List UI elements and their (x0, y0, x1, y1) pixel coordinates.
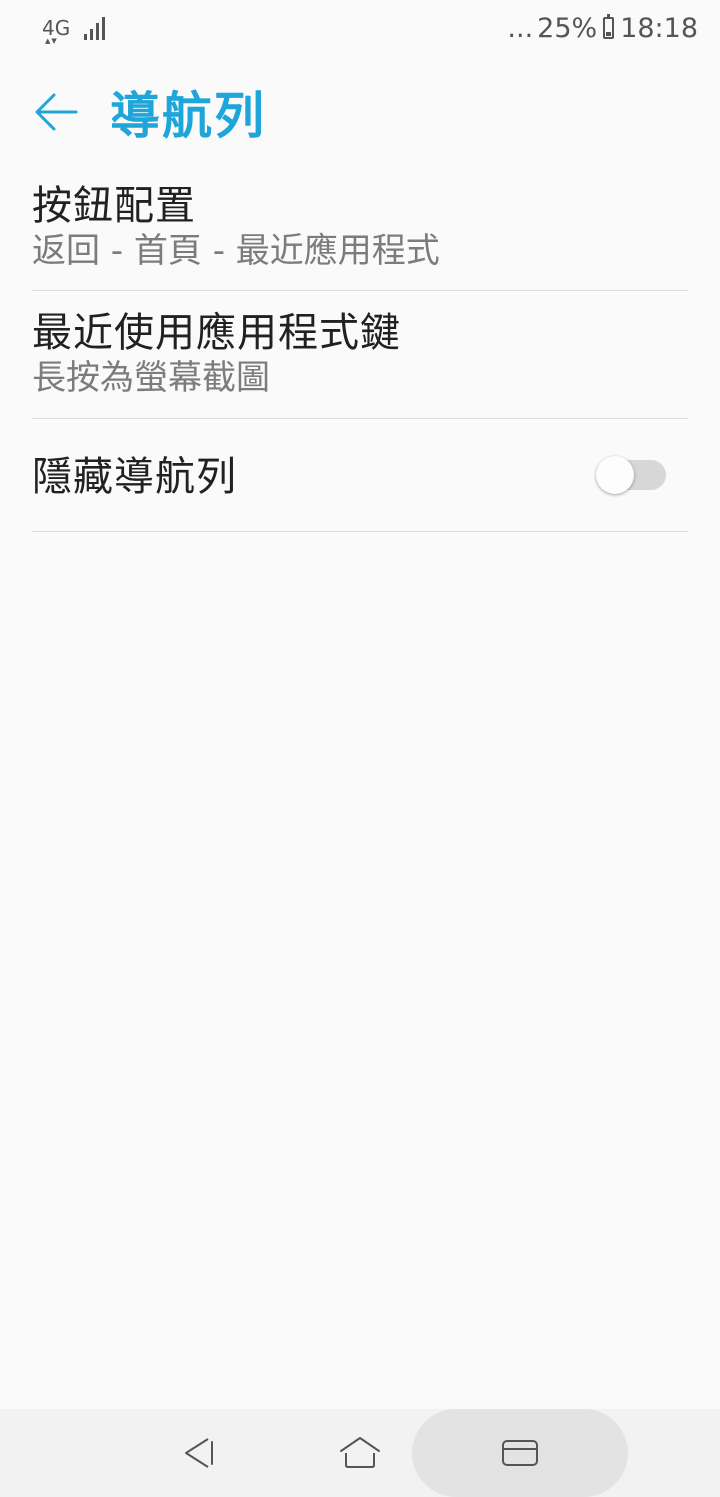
network-activity-icon: ▲▼ (45, 37, 58, 45)
nav-back-button[interactable] (160, 1409, 240, 1497)
status-right: ... 25% 18:18 (507, 13, 698, 44)
hide-nav-bar-toggle[interactable] (596, 456, 666, 494)
triangle-back-icon (185, 1438, 213, 1468)
setting-hide-nav-bar[interactable]: 隱藏導航列 (32, 419, 688, 532)
system-nav-bar (0, 1409, 720, 1497)
recent-apps-icon (502, 1440, 538, 1466)
setting-summary: 返回 - 首頁 - 最近應用程式 (32, 231, 440, 271)
battery-icon (603, 14, 615, 39)
signal-bar (90, 29, 94, 40)
setting-title: 最近使用應用程式鍵 (32, 310, 401, 356)
nav-home-button[interactable] (320, 1409, 400, 1497)
setting-summary: 長按為螢幕截圖 (32, 358, 270, 398)
signal-bar (84, 34, 88, 40)
battery-level (606, 32, 612, 36)
settings-list: 按鈕配置 返回 - 首頁 - 最近應用程式 最近使用應用程式鍵 長按為螢幕截圖 … (32, 166, 688, 532)
network-type: 4G ▲▼ (42, 18, 70, 45)
setting-recent-apps-key[interactable]: 最近使用應用程式鍵 長按為螢幕截圖 (32, 291, 688, 419)
signal-bar (96, 23, 100, 40)
nav-recent-apps-button[interactable] (412, 1409, 628, 1497)
app-bar: 導航列 (0, 72, 720, 152)
more-notifications-indicator: ... (507, 12, 534, 44)
status-bar: 4G ▲▼ ... 25% 18:18 (0, 0, 720, 56)
status-left: 4G ▲▼ (42, 16, 106, 45)
battery-percent: 25% (537, 12, 598, 44)
signal-strength-icon (84, 16, 106, 40)
page-title: 導航列 (110, 87, 266, 145)
clock: 18:18 (620, 12, 698, 44)
toggle-thumb (596, 456, 634, 494)
home-icon (340, 1437, 380, 1468)
back-button[interactable] (32, 88, 80, 136)
setting-button-layout[interactable]: 按鈕配置 返回 - 首頁 - 最近應用程式 (32, 166, 688, 291)
signal-bar (102, 17, 106, 40)
setting-title: 按鈕配置 (32, 183, 196, 229)
setting-title: 隱藏導航列 (32, 454, 237, 500)
arrow-left-icon (35, 93, 78, 131)
